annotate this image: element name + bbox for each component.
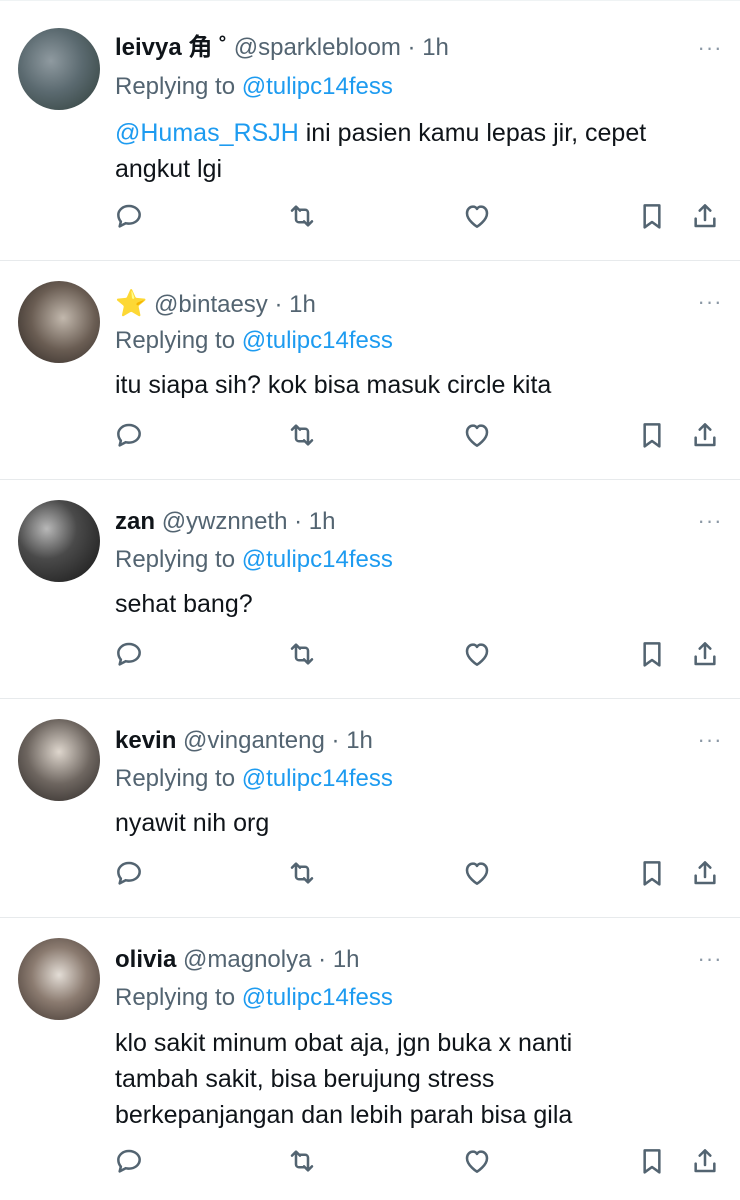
reply-header: olivia @magnolya · 1h [115, 943, 680, 977]
replying-to-link[interactable]: @tulipc14fess [242, 73, 393, 100]
replying-to: Replying to @tulipc14fess [115, 763, 393, 795]
timestamp[interactable]: 1h [422, 34, 449, 61]
reply-item[interactable]: leivya ⻆ ˚ @sparklebloom · 1h ··· Replyi… [0, 0, 740, 260]
retweet-icon[interactable] [286, 419, 322, 455]
avatar[interactable] [18, 28, 100, 110]
bookmark-icon[interactable] [636, 1145, 672, 1181]
replying-label: Replying to [115, 73, 236, 100]
separator: · [274, 291, 283, 318]
user-handle[interactable]: @vinganteng [183, 727, 325, 754]
like-icon[interactable] [461, 1145, 497, 1181]
share-icon[interactable] [689, 1145, 725, 1181]
display-name[interactable]: zan [115, 508, 155, 535]
reply-text: nyawit nih org [115, 809, 270, 837]
separator: · [318, 946, 327, 973]
bookmark-icon[interactable] [636, 200, 672, 236]
avatar[interactable] [18, 500, 100, 582]
retweet-icon[interactable] [286, 857, 322, 893]
display-name[interactable]: ⭐ [115, 288, 147, 318]
user-handle[interactable]: @magnolya [183, 946, 311, 973]
mention-link[interactable]: @Humas_RSJH [115, 119, 299, 147]
reply-icon[interactable] [113, 1145, 149, 1181]
reply-item[interactable]: ⭐ @bintaesy · 1h ··· Replying to @tulipc… [0, 260, 740, 479]
display-name[interactable]: kevin [115, 727, 176, 754]
avatar[interactable] [18, 719, 100, 801]
bookmark-icon[interactable] [636, 857, 672, 893]
reply-header: ⭐ @bintaesy · 1h [115, 286, 680, 320]
replying-to-link[interactable]: @tulipc14fess [242, 984, 393, 1011]
replying-label: Replying to [115, 984, 236, 1011]
reply-item[interactable]: olivia @magnolya · 1h ··· Replying to @t… [0, 917, 740, 1200]
reply-text: klo sakit minum obat aja, jgn buka x nan… [115, 1029, 573, 1129]
replying-to-link[interactable]: @tulipc14fess [242, 327, 393, 354]
reply-item[interactable]: zan @ywznneth · 1h ··· Replying to @tuli… [0, 479, 740, 698]
replying-to: Replying to @tulipc14fess [115, 982, 393, 1014]
reply-icon[interactable] [113, 419, 149, 455]
reply-text: @Humas_RSJH ini pasien kamu lepas jir, c… [115, 115, 715, 187]
reply-icon[interactable] [113, 638, 149, 674]
share-icon[interactable] [689, 857, 725, 893]
replying-to: Replying to @tulipc14fess [115, 71, 393, 103]
more-options-icon[interactable]: ··· [696, 291, 724, 320]
more-options-icon[interactable]: ··· [696, 729, 724, 758]
reply-text: itu siapa sih? kok bisa masuk circle kit… [115, 371, 552, 399]
replying-to-link[interactable]: @tulipc14fess [242, 765, 393, 792]
reply-icon[interactable] [113, 200, 149, 236]
avatar[interactable] [18, 281, 100, 363]
retweet-icon[interactable] [286, 200, 322, 236]
reply-header: leivya ⻆ ˚ @sparklebloom · 1h [115, 31, 680, 65]
action-bar [0, 638, 740, 678]
user-handle[interactable]: @sparklebloom [234, 34, 401, 61]
retweet-icon[interactable] [286, 638, 322, 674]
replying-label: Replying to [115, 765, 236, 792]
separator: · [407, 34, 416, 61]
more-options-icon[interactable]: ··· [696, 510, 724, 539]
separator: · [331, 727, 340, 754]
reply-item[interactable]: kevin @vinganteng · 1h ··· Replying to @… [0, 698, 740, 917]
more-options-icon[interactable]: ··· [696, 948, 724, 977]
replying-to: Replying to @tulipc14fess [115, 325, 393, 357]
share-icon[interactable] [689, 419, 725, 455]
like-icon[interactable] [461, 419, 497, 455]
action-bar [0, 857, 740, 897]
avatar[interactable] [18, 938, 100, 1020]
replying-to-link[interactable]: @tulipc14fess [242, 546, 393, 573]
replying-label: Replying to [115, 327, 236, 354]
user-handle[interactable]: @bintaesy [154, 291, 268, 318]
reply-header: kevin @vinganteng · 1h [115, 724, 680, 758]
display-name[interactable]: olivia [115, 946, 176, 973]
like-icon[interactable] [461, 638, 497, 674]
like-icon[interactable] [461, 200, 497, 236]
reply-text: sehat bang? [115, 590, 253, 618]
share-icon[interactable] [689, 200, 725, 236]
more-options-icon[interactable]: ··· [696, 37, 724, 66]
timestamp[interactable]: 1h [333, 946, 360, 973]
share-icon[interactable] [689, 638, 725, 674]
retweet-icon[interactable] [286, 1145, 322, 1181]
separator: · [294, 508, 303, 535]
replies-feed: leivya ⻆ ˚ @sparklebloom · 1h ··· Replyi… [0, 0, 740, 1200]
timestamp[interactable]: 1h [309, 508, 336, 535]
replying-label: Replying to [115, 546, 236, 573]
timestamp[interactable]: 1h [346, 727, 373, 754]
reply-icon[interactable] [113, 857, 149, 893]
bookmark-icon[interactable] [636, 419, 672, 455]
action-bar [0, 419, 740, 459]
action-bar [0, 1145, 740, 1185]
display-name[interactable]: leivya ⻆ ˚ [115, 34, 227, 61]
reply-header: zan @ywznneth · 1h [115, 505, 680, 539]
bookmark-icon[interactable] [636, 638, 672, 674]
like-icon[interactable] [461, 857, 497, 893]
user-handle[interactable]: @ywznneth [162, 508, 288, 535]
replying-to: Replying to @tulipc14fess [115, 544, 393, 576]
timestamp[interactable]: 1h [289, 291, 316, 318]
action-bar [0, 200, 740, 240]
